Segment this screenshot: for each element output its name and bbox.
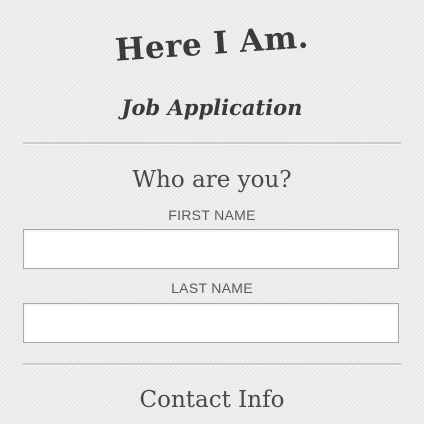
last-name-label: LAST NAME bbox=[171, 280, 253, 296]
first-name-label: FIRST NAME bbox=[168, 207, 256, 223]
form-subtitle: Job Application bbox=[121, 95, 303, 120]
section-heading-who-are-you: Who are you? bbox=[132, 167, 292, 193]
section-heading-contact-info: Contact Info bbox=[139, 387, 285, 413]
first-name-input[interactable] bbox=[23, 229, 399, 269]
last-name-input[interactable] bbox=[23, 303, 399, 343]
site-logo: Here I Am. bbox=[0, 19, 424, 68]
divider bbox=[23, 363, 401, 366]
divider bbox=[23, 142, 401, 145]
site-title: Here I Am. bbox=[114, 19, 310, 69]
